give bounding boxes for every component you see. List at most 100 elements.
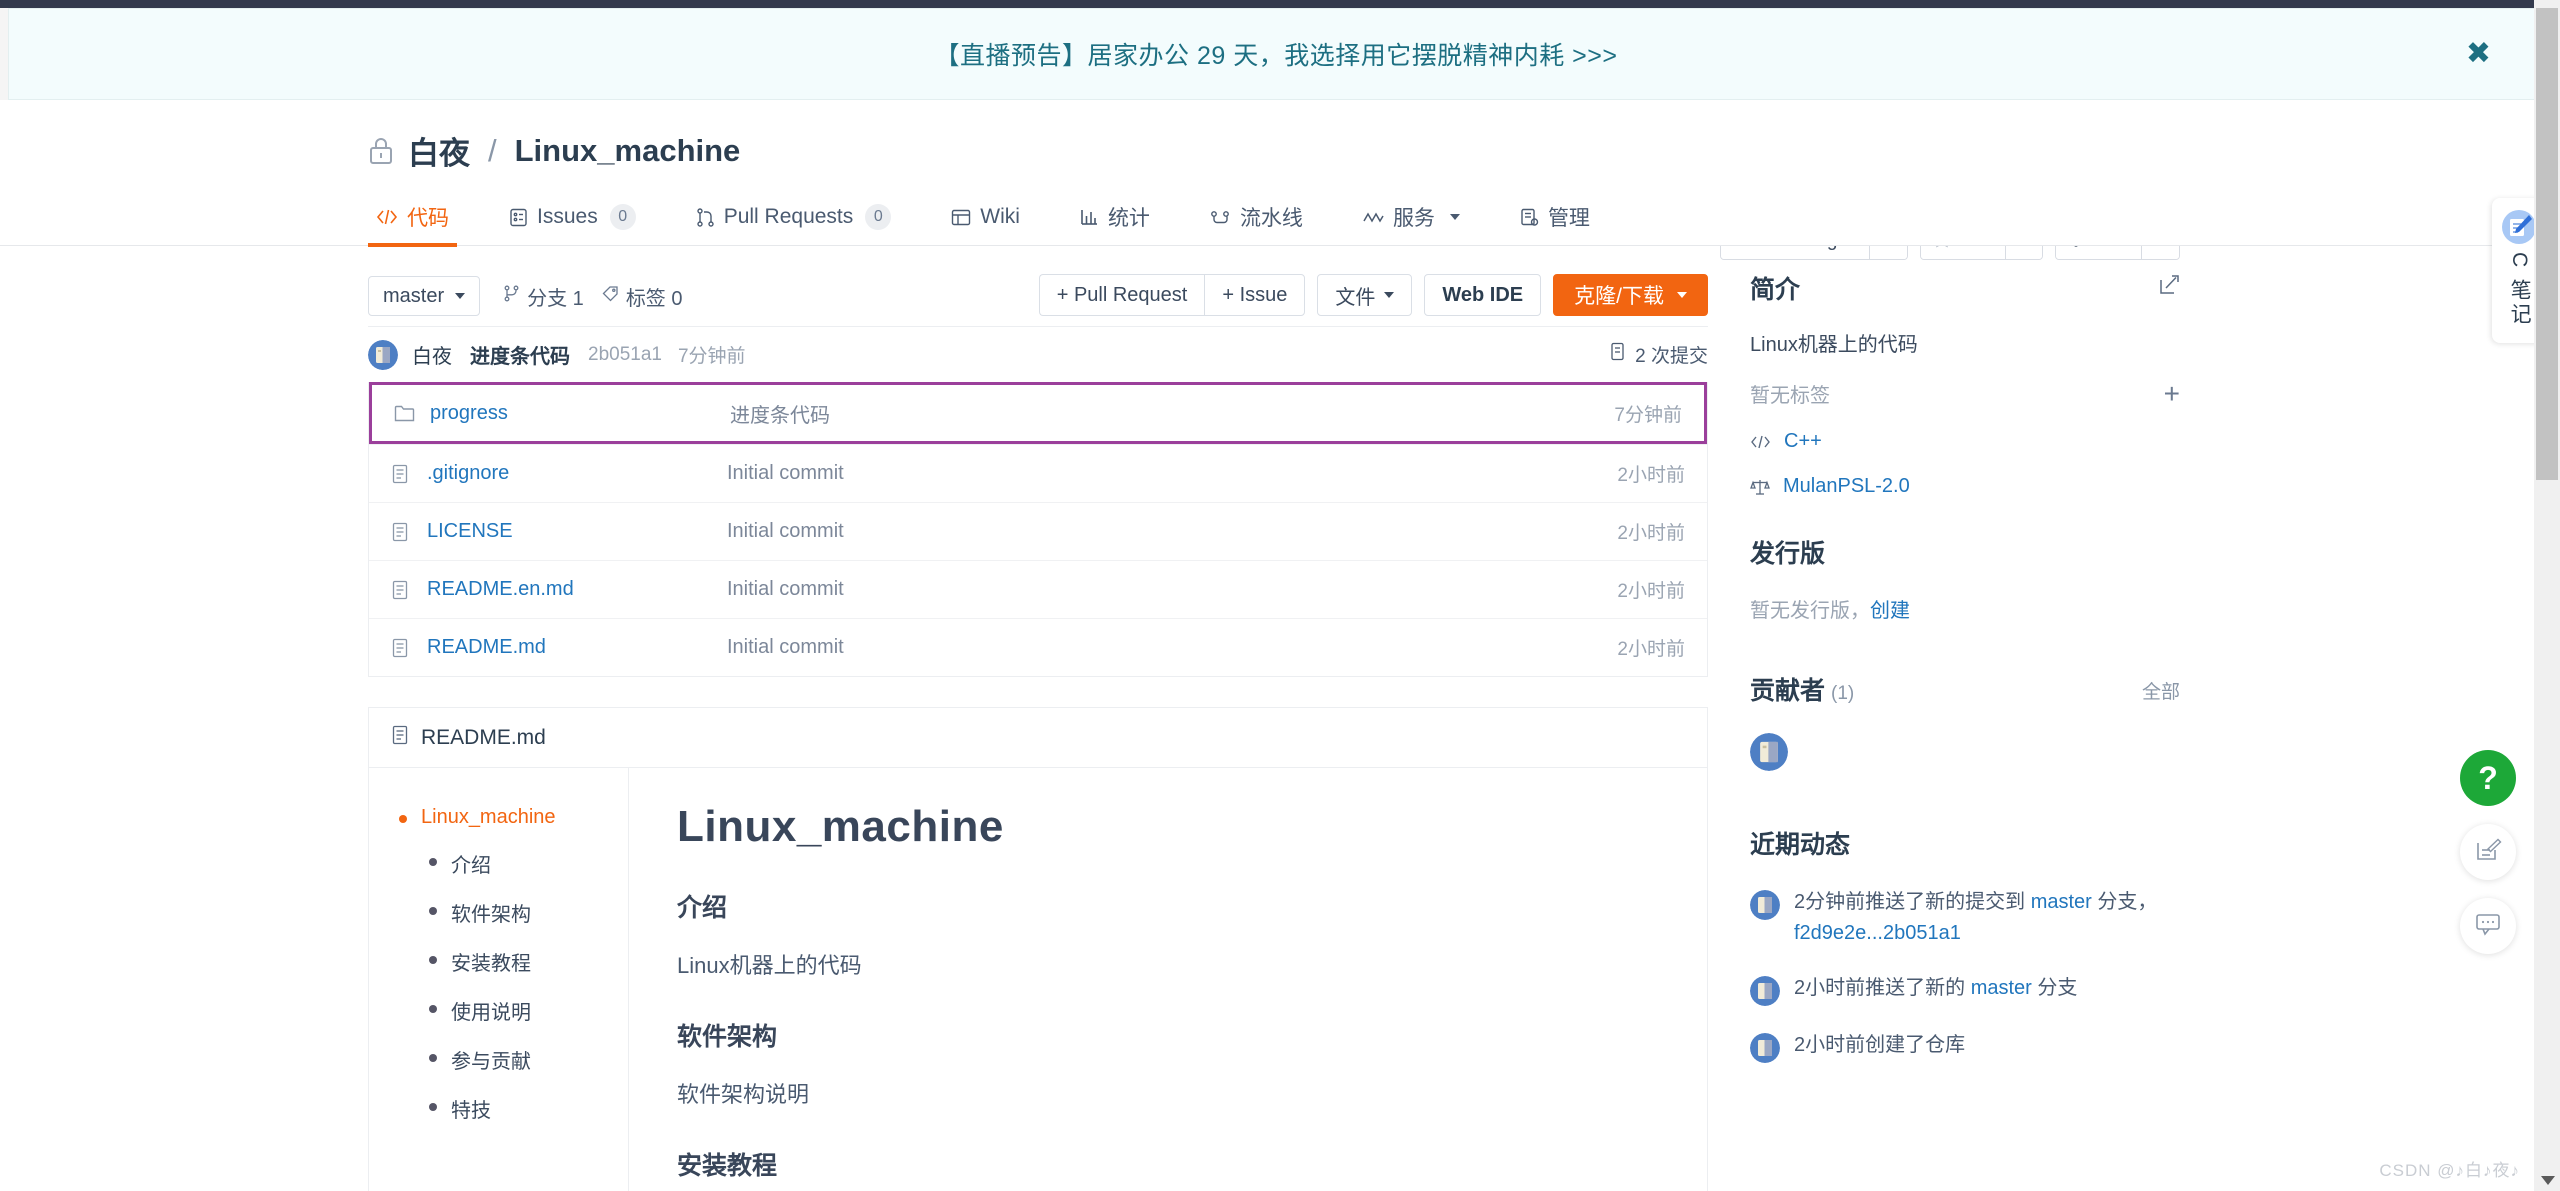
file-commit-message[interactable]: Initial commit	[727, 520, 1617, 543]
toc-item[interactable]: 安装教程	[429, 947, 628, 976]
tags-row: 暂无标签 +	[1750, 379, 2180, 408]
toc-item[interactable]: 介绍	[429, 849, 628, 878]
chevron-down-icon	[1677, 292, 1687, 298]
tab-pull-requests-badge: 0	[865, 204, 892, 230]
activity-branch-link[interactable]: master	[1971, 977, 2032, 999]
tab-services[interactable]: 服务	[1333, 188, 1490, 246]
activity-commit-link[interactable]: f2d9e2e...2b051a1	[1794, 922, 1961, 944]
chevron-down-icon[interactable]	[2541, 1176, 2555, 1185]
toc-item-label: 使用说明	[451, 1002, 531, 1024]
tab-code[interactable]: 代码	[368, 188, 479, 247]
releases-title: 发行版	[1750, 540, 1826, 568]
top-nav-strip	[0, 0, 2560, 8]
activity-prefix: 2小时前推送了新的	[1794, 977, 1971, 999]
about-title: 简介	[1750, 276, 1801, 304]
table-row[interactable]: README.md Initial commit 2小时前	[369, 618, 1707, 676]
repo-separator: /	[488, 132, 497, 168]
file-commit-message[interactable]: Initial commit	[727, 636, 1617, 659]
file-commit-message[interactable]: Initial commit	[727, 462, 1617, 485]
toc-item-root[interactable]: Linux_machine	[399, 806, 628, 829]
file-name[interactable]: README.md	[427, 636, 727, 659]
file-time: 2小时前	[1617, 523, 1685, 544]
file-commit-message[interactable]: Initial commit	[727, 578, 1617, 601]
commit-author[interactable]: 白夜	[412, 340, 452, 369]
new-issue-button[interactable]: + Issue	[1204, 274, 1306, 316]
file-icon	[391, 638, 413, 658]
commit-message[interactable]: 进度条代码	[470, 340, 570, 369]
contributors-all-link[interactable]: 全部	[2142, 677, 2180, 704]
edit-icon[interactable]	[2159, 274, 2180, 300]
tab-statistics[interactable]: 统计	[1050, 188, 1180, 246]
repo-owner[interactable]: 白夜	[408, 128, 470, 173]
commit-sha[interactable]: 2b051a1	[588, 344, 662, 366]
page-scrollbar[interactable]	[2534, 0, 2560, 1191]
avatar[interactable]	[1750, 733, 1788, 771]
table-row[interactable]: .gitignore Initial commit 2小时前	[369, 444, 1707, 502]
activity-prefix: 2小时前创建了仓库	[1794, 1034, 1966, 1056]
lock-icon	[368, 136, 394, 166]
license-row[interactable]: MulanPSL-2.0	[1750, 475, 2180, 498]
bullet-icon	[429, 1103, 437, 1111]
tab-manage-label: 管理	[1547, 207, 1590, 230]
file-commit-message[interactable]: 进度条代码	[730, 399, 1614, 428]
license-label: MulanPSL-2.0	[1783, 475, 1910, 497]
repo-nav-tabs: 代码 Issues 0 Pull Requests 0 Wiki 统计 流水线 …	[0, 188, 2560, 247]
branch-selector[interactable]: master	[368, 276, 481, 316]
avatar[interactable]	[1750, 1033, 1780, 1063]
avatar[interactable]	[1750, 976, 1780, 1006]
help-button[interactable]: ?	[2460, 750, 2516, 806]
add-tag-button[interactable]: +	[2164, 379, 2180, 408]
repo-name[interactable]: Linux_machine	[515, 133, 741, 169]
readme-panel: README.md Linux_machine 介绍 软件架构 安装教程 使用说…	[368, 707, 1708, 1191]
commits-count-label: 2 次提交	[1635, 346, 1708, 367]
branches-label: 分支 1	[527, 287, 584, 310]
chart-icon	[1080, 208, 1099, 226]
tab-wiki[interactable]: Wiki	[921, 188, 1050, 246]
readme-h2: 安装教程	[677, 1152, 778, 1181]
close-icon[interactable]: ✖	[2466, 39, 2491, 69]
new-pull-request-button[interactable]: + Pull Request	[1038, 274, 1205, 316]
chat-button[interactable]	[2460, 898, 2516, 954]
branches-link[interactable]: 分支 1	[504, 282, 584, 311]
web-ide-button[interactable]: Web IDE	[1424, 274, 1542, 316]
tab-pipeline[interactable]: 流水线	[1180, 188, 1333, 246]
create-group: + Pull Request + Issue	[1038, 274, 1306, 316]
tab-issues-label: Issues	[537, 205, 598, 228]
tags-link[interactable]: 标签 0	[602, 282, 683, 311]
file-name[interactable]: README.en.md	[427, 578, 727, 601]
create-release-link[interactable]: 创建	[1870, 600, 1910, 622]
language-label: C++	[1784, 430, 1822, 452]
readme-filename: README.md	[421, 725, 546, 749]
language-row[interactable]: C++	[1750, 430, 2180, 453]
bullet-icon	[399, 815, 407, 823]
toc-item[interactable]: 特技	[429, 1094, 628, 1123]
pull-request-icon	[696, 207, 715, 227]
avatar[interactable]	[368, 339, 398, 370]
repo-sidebar: 简介 Linux机器上的代码 暂无标签 + C++ MulanPSL-2.0 发…	[1750, 270, 2180, 1071]
files-menu-button[interactable]: 文件	[1317, 274, 1413, 316]
toc-item[interactable]: 软件架构	[429, 898, 628, 927]
avatar[interactable]	[1750, 890, 1780, 920]
table-row[interactable]: progress 进度条代码 7分钟前	[369, 382, 1707, 444]
about-description: Linux机器上的代码	[1750, 334, 1918, 356]
file-name[interactable]: progress	[430, 402, 730, 425]
file-icon	[391, 464, 413, 484]
activity-title: 近期动态	[1750, 831, 1851, 859]
table-row[interactable]: LICENSE Initial commit 2小时前	[369, 502, 1707, 560]
commits-count-link[interactable]: 2 次提交	[1610, 341, 1708, 368]
file-name[interactable]: .gitignore	[427, 462, 727, 485]
c-notes-label: C 笔记	[2508, 252, 2532, 327]
table-row[interactable]: README.en.md Initial commit 2小时前	[369, 560, 1707, 618]
license-icon	[1750, 478, 1770, 496]
toc-item[interactable]: 参与贡献	[429, 1045, 628, 1074]
feedback-button[interactable]	[2460, 824, 2516, 880]
toc-item[interactable]: 使用说明	[429, 996, 628, 1025]
clone-download-button[interactable]: 克隆/下载	[1553, 274, 1708, 316]
activity-prefix: 2分钟前推送了新的提交到	[1794, 891, 2031, 913]
tab-pull-requests[interactable]: Pull Requests 0	[666, 188, 922, 246]
tab-issues[interactable]: Issues 0	[479, 188, 666, 246]
file-name[interactable]: LICENSE	[427, 520, 727, 543]
scrollbar-thumb[interactable]	[2536, 8, 2558, 480]
tab-manage[interactable]: 管理	[1490, 188, 1620, 246]
activity-branch-link[interactable]: master	[2031, 891, 2092, 913]
